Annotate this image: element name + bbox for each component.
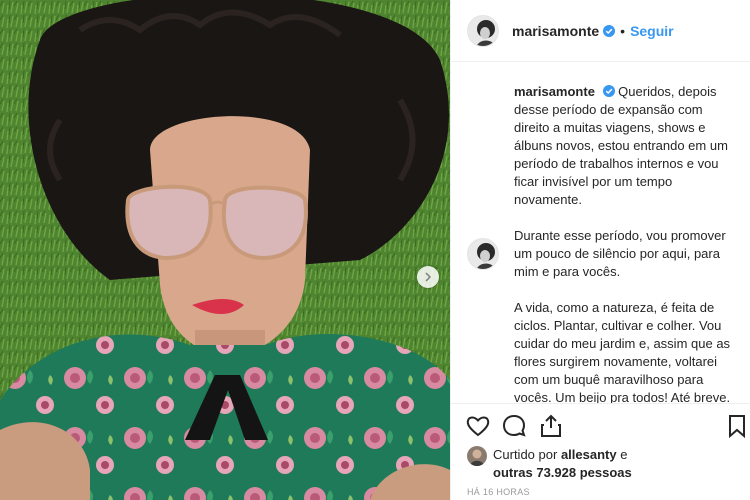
post-photo[interactable] (0, 0, 450, 500)
caption-paragraph-2: Durante esse período, vou promover um po… (514, 228, 726, 279)
verified-icon (603, 24, 616, 37)
likes-text: Curtido por allesanty e outras 73.928 pe… (493, 446, 632, 482)
caption-text: marisamonte Queridos, depois desse perío… (514, 83, 739, 403)
share-button[interactable] (538, 413, 564, 439)
follow-button[interactable]: Seguir (630, 23, 674, 39)
likes-user-link[interactable]: allesanty (561, 447, 617, 462)
caption-area: marisamonte Queridos, depois desse perío… (451, 63, 750, 403)
post-side-panel: marisamonte • Seguir marisamonte Querido… (450, 0, 750, 500)
divider (451, 403, 750, 404)
avatar-image (468, 239, 498, 269)
caption-paragraph: marisamonte Queridos, depois desse perío… (514, 83, 739, 209)
post-header: marisamonte • Seguir (451, 0, 750, 62)
heart-icon (466, 416, 490, 437)
likes-prefix: Curtido por (493, 447, 558, 462)
like-button[interactable] (465, 413, 491, 439)
post-photo-image (0, 0, 450, 500)
carousel-next-button[interactable] (417, 266, 439, 288)
share-icon (541, 414, 561, 437)
separator-dot: • (620, 22, 626, 39)
verified-icon (602, 85, 615, 97)
bookmark-icon (729, 415, 745, 439)
likes-others-link[interactable]: outras 73.928 pessoas (493, 465, 632, 480)
liker-avatar[interactable] (467, 446, 487, 466)
action-bar (451, 408, 750, 442)
caption-author-avatar[interactable] (467, 238, 499, 270)
caption-paragraph-3: A vida, como a natureza, é feita de cicl… (514, 300, 731, 403)
author-username[interactable]: marisamonte (512, 23, 599, 39)
post-timestamp[interactable]: HÁ 16 HORAS (467, 487, 530, 497)
comment-button[interactable] (501, 413, 527, 439)
chevron-right-icon (425, 272, 432, 282)
bookmark-button[interactable] (727, 413, 750, 439)
likes-summary: Curtido por allesanty e outras 73.928 pe… (467, 446, 737, 482)
likes-connector: e (620, 447, 628, 462)
caption-paragraph-1: Queridos, depois desse período de expans… (514, 84, 728, 207)
comment-icon (502, 414, 526, 437)
avatar-image (468, 15, 498, 46)
avatar-image (467, 446, 487, 466)
caption-username[interactable]: marisamonte (514, 84, 595, 99)
author-avatar[interactable] (467, 14, 499, 47)
